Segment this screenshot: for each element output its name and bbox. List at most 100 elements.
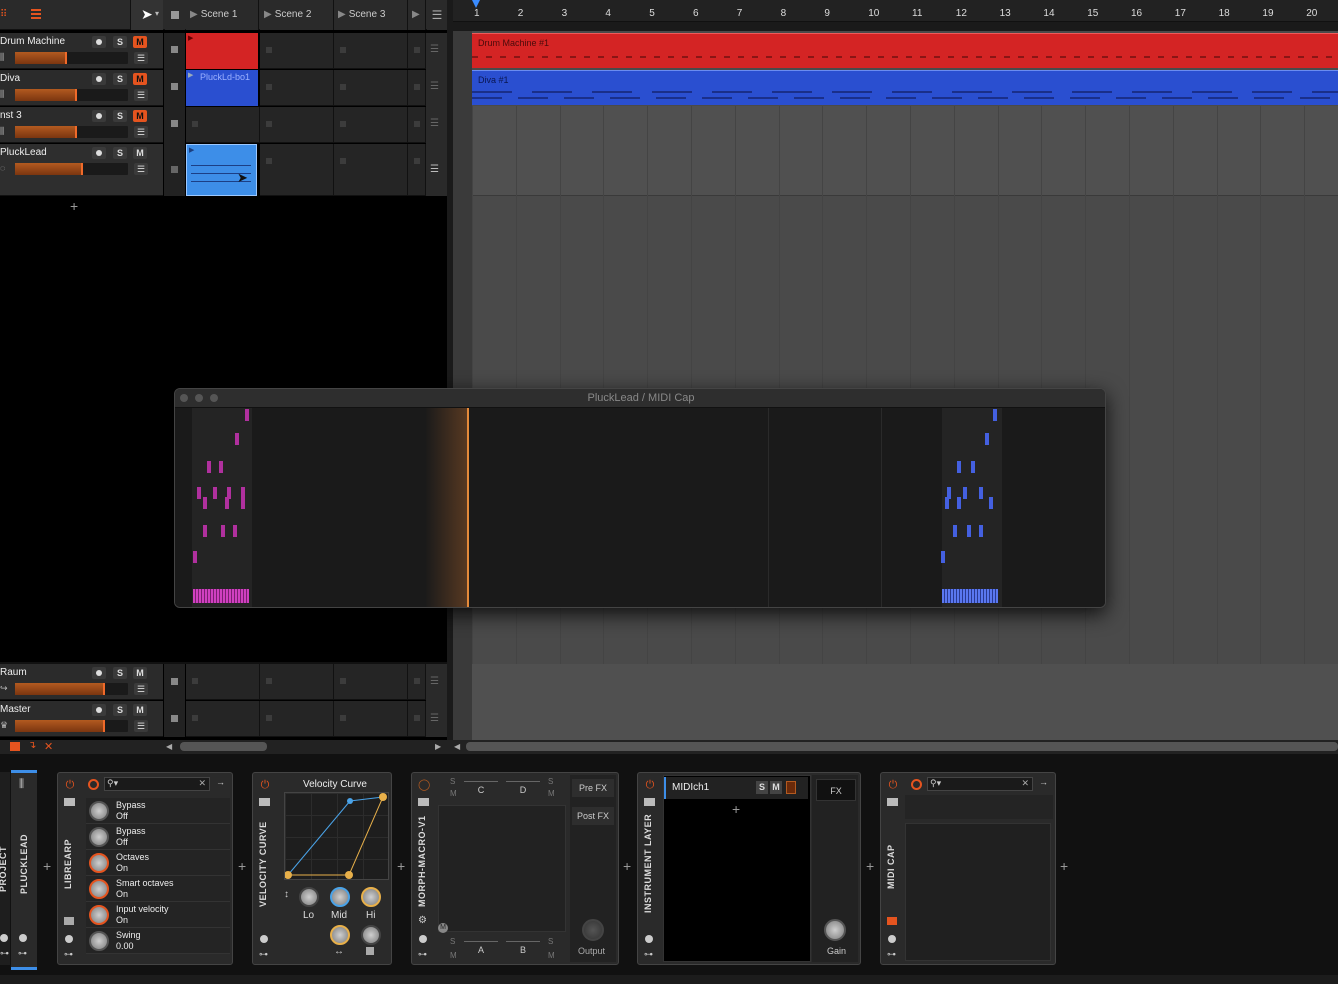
velocity-lane[interactable] (942, 589, 998, 603)
midi-note[interactable] (213, 487, 217, 499)
clear-search-icon[interactable]: ✕ (198, 778, 206, 789)
record-arm-button[interactable] (92, 704, 106, 716)
power-icon[interactable]: ◯ (418, 779, 430, 791)
track-menu-icon[interactable]: ☰ (134, 52, 148, 64)
midi-note[interactable] (235, 433, 239, 445)
midi-note[interactable] (241, 497, 245, 509)
arrow-down-icon[interactable]: ↴ (28, 740, 36, 751)
pointer-tool-button[interactable]: ➤ ▾ (130, 0, 163, 30)
mute-button[interactable]: M (133, 73, 147, 85)
morph-a-button[interactable]: A (464, 941, 498, 957)
morph-puck[interactable]: M (438, 923, 448, 933)
link-icon[interactable]: ⊶ (18, 948, 27, 959)
link-icon[interactable]: ⊶ (0, 948, 9, 959)
arranger-ruler[interactable] (453, 0, 1338, 22)
track-inst-3[interactable]: nst 3 S M ⫼ ☰ (0, 107, 163, 143)
scene-header-3[interactable]: ▶ Scene 3 (334, 0, 408, 30)
volume-meter[interactable] (15, 89, 128, 101)
stop-icon[interactable] (171, 166, 178, 173)
device-midi-cap[interactable]: ⏻ ⚲▾ ✕ → MIDI CAP ⊶ (880, 772, 1056, 965)
morph-b-button[interactable]: B (506, 941, 540, 957)
midi-note[interactable] (193, 551, 197, 563)
layout-icon[interactable] (10, 742, 20, 751)
device-label[interactable]: INSTRUMENT LAYER (643, 814, 653, 913)
morph-m-label[interactable]: M (450, 789, 457, 798)
curve-knob-1[interactable] (330, 925, 350, 945)
clip-slot[interactable] (408, 33, 426, 69)
scroll-right-icon[interactable]: ▶ (435, 742, 441, 751)
track-diva[interactable]: Diva S M ⫼ ☰ (0, 70, 163, 106)
scene-menu-icon[interactable]: ☰ (427, 0, 447, 30)
output-knob[interactable] (582, 919, 604, 941)
layer-solo-button[interactable]: S (756, 781, 768, 794)
midi-note[interactable] (945, 497, 949, 509)
power-icon[interactable]: ⏻ (887, 779, 899, 791)
solo-button[interactable]: S (113, 147, 127, 159)
morph-m-label[interactable]: M (548, 951, 555, 960)
device-label[interactable]: MORPH-MACRO-V1 (417, 816, 427, 908)
stop-icon[interactable] (171, 120, 178, 127)
midi-note[interactable] (957, 461, 961, 473)
midi-note[interactable] (225, 497, 229, 509)
preset-icon[interactable] (88, 779, 99, 790)
add-device-button[interactable]: + (623, 858, 631, 874)
info-icon[interactable] (645, 935, 653, 943)
post-fx-button[interactable]: Post FX (572, 807, 614, 825)
solo-button[interactable]: S (113, 110, 127, 122)
save-icon[interactable] (64, 917, 74, 925)
clip-slot[interactable] (260, 664, 334, 700)
power-icon[interactable]: ⏻ (64, 779, 76, 791)
scene-header-1[interactable]: ▶ Scene 1 (186, 0, 259, 30)
pre-fx-button[interactable]: Pre FX (572, 779, 614, 797)
mute-button[interactable]: M (133, 36, 147, 48)
preset-icon[interactable] (911, 779, 922, 790)
morph-m-label[interactable]: M (450, 951, 457, 960)
playhead-marker[interactable] (472, 0, 480, 8)
folder-icon[interactable] (887, 798, 898, 806)
clear-search-icon[interactable]: ✕ (1021, 778, 1029, 789)
stop-all-button[interactable] (165, 0, 185, 30)
fx-button[interactable]: FX (816, 779, 856, 801)
track-name[interactable]: PluckLead (0, 147, 47, 158)
clip-slot[interactable] (408, 107, 426, 143)
device-instrument-layer[interactable]: ⏻ INSTRUMENT LAYER ⊶ MIDIch1 S M + FX Ga… (637, 772, 861, 965)
clip-slot[interactable] (334, 70, 408, 106)
param-knob[interactable] (89, 879, 109, 899)
device-search-input[interactable]: ⚲▾ ✕ (927, 777, 1033, 791)
info-icon[interactable] (0, 934, 8, 942)
folder-icon[interactable] (64, 798, 75, 806)
power-icon[interactable]: ⏻ (644, 779, 656, 791)
track-name[interactable]: Diva (0, 73, 20, 84)
clip-plucklead-scene1[interactable]: ▶ ➤ (186, 144, 257, 196)
midi-note[interactable] (967, 525, 971, 537)
volume-meter[interactable] (15, 720, 128, 732)
midi-note[interactable] (979, 487, 983, 499)
dice-icon[interactable] (366, 947, 374, 955)
gear-icon[interactable]: ⚙ (418, 915, 427, 926)
librearp-param[interactable]: Input velocity On (86, 902, 230, 928)
folder-icon[interactable] (644, 798, 655, 806)
mute-button[interactable]: M (133, 147, 147, 159)
record-arm-button[interactable] (92, 110, 106, 122)
device-label[interactable]: MIDI CAP (886, 845, 896, 890)
volume-meter[interactable] (15, 126, 128, 138)
arranger-clip-diva[interactable]: Diva #1 (472, 70, 1338, 105)
clip-slot[interactable] (186, 107, 260, 143)
morph-m-label[interactable]: M (548, 789, 555, 798)
track-menu-icon[interactable]: ☰ (134, 126, 148, 138)
info-icon[interactable] (65, 935, 73, 943)
piano-icon[interactable]: ⫼ (19, 778, 24, 791)
midi-note[interactable] (993, 409, 997, 421)
add-layer-button[interactable]: + (732, 801, 740, 817)
track-name[interactable]: nst 3 (0, 110, 22, 121)
save-icon[interactable] (887, 917, 897, 925)
link-icon[interactable]: ⊶ (887, 949, 896, 960)
midi-note[interactable] (221, 525, 225, 537)
scroll-left-icon[interactable]: ◀ (454, 742, 460, 751)
track-menu-icon[interactable]: ☰ (134, 163, 148, 175)
scene-header-extra[interactable]: ▶ (408, 0, 426, 30)
add-device-button[interactable]: + (43, 858, 51, 874)
clip-slot[interactable] (408, 701, 426, 737)
scroll-left-icon[interactable]: ◀ (166, 742, 172, 751)
list-icon[interactable] (31, 9, 41, 19)
